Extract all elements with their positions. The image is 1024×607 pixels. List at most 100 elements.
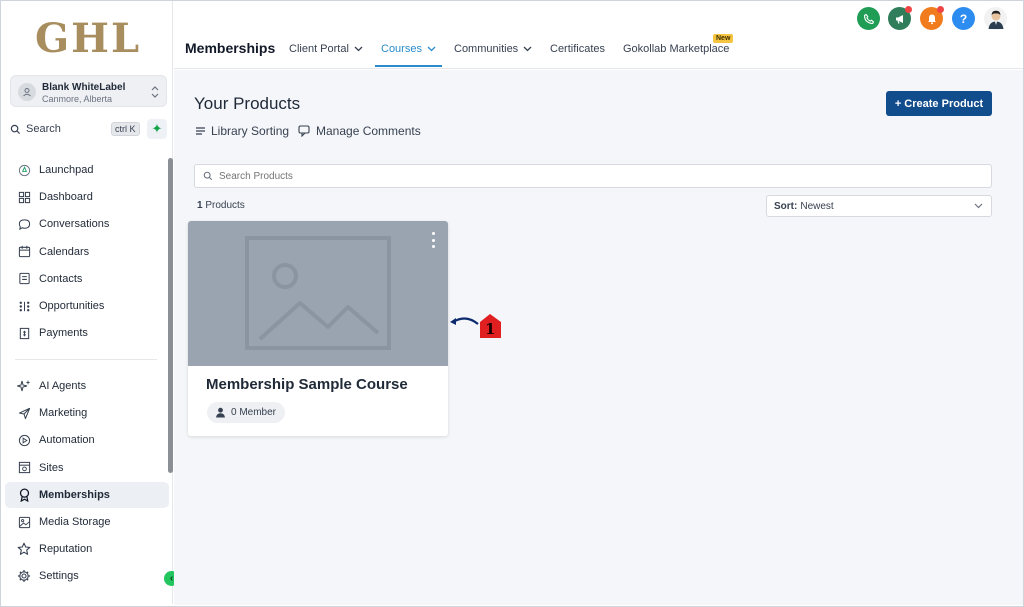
help-icon: ? [959, 11, 968, 26]
sidebar-item-dashboard[interactable]: Dashboard [5, 184, 169, 210]
sidebar-item-label: AI Agents [39, 380, 87, 392]
sidebar-item-label: Contacts [39, 272, 83, 285]
notification-dot [905, 6, 912, 13]
active-tab-indicator [375, 65, 442, 67]
product-count: 1 Products [197, 200, 245, 211]
sidebar-item-contacts[interactable]: Contacts [5, 266, 169, 292]
create-product-button[interactable]: + Create Product [886, 91, 992, 116]
sidebar-item-label: Launchpad [39, 164, 94, 176]
chevron-updown-icon [151, 86, 159, 98]
tab-certificates[interactable]: Certificates [550, 43, 605, 55]
sidebar-item-label: Dashboard [39, 191, 93, 204]
sidebar-item-launchpad[interactable]: Launchpad [5, 157, 169, 183]
notification-dot [937, 6, 944, 13]
sidebar-scrollbar[interactable] [168, 158, 173, 473]
brand-logo[interactable]: GHL [35, 15, 141, 62]
tab-communities[interactable]: Communities [454, 43, 532, 55]
sidebar-item-media-storage[interactable]: Media Storage [5, 509, 169, 535]
main-content: Your Products Library Sorting Manage Com… [174, 70, 1023, 605]
sidebar-item-payments[interactable]: Payments [5, 320, 169, 346]
account-avatar-icon [18, 83, 36, 101]
gear-icon [17, 569, 31, 583]
sidebar-item-calendars[interactable]: Calendars [5, 239, 169, 265]
user-icon [216, 407, 225, 418]
list-icon [196, 127, 205, 135]
product-search-input[interactable] [219, 170, 919, 182]
award-icon [17, 488, 31, 502]
product-count-label: Products [205, 200, 245, 211]
sidebar-item-label: Automation [39, 434, 95, 447]
send-icon [17, 406, 31, 420]
tab-label: Communities [454, 43, 519, 55]
card-menu-icon[interactable] [429, 232, 437, 248]
sidebar-item-sites[interactable]: Sites [5, 455, 169, 481]
manage-comments-label: Manage Comments [316, 124, 421, 138]
megaphone-icon [895, 14, 903, 24]
sidebar-item-memberships[interactable]: Memberships [5, 481, 169, 508]
chat-icon [17, 217, 31, 231]
member-count: 0 Member [231, 407, 277, 418]
phone-button[interactable] [857, 7, 880, 30]
help-button[interactable]: ? [952, 7, 975, 30]
rocket-icon [17, 163, 31, 177]
search-shortcut: ctrl K [111, 122, 140, 136]
sidebar-item-label: Conversations [39, 218, 110, 231]
calendar-icon [17, 245, 31, 259]
sidebar-item-automation[interactable]: Automation [5, 427, 169, 453]
sort-label: Sort: [774, 200, 798, 212]
sidebar-item-label: Marketing [39, 407, 88, 420]
chevron-down-icon [354, 46, 363, 52]
library-sorting-link[interactable]: Library Sorting [195, 124, 289, 138]
sidebar-item-label: Calendars [39, 245, 90, 258]
sidebar: GHL Blank WhiteLabel Canmore, Alberta Se… [1, 1, 173, 604]
phone-icon [863, 13, 874, 24]
sidebar-item-settings[interactable]: Settings [5, 563, 169, 589]
library-sorting-label: Library Sorting [211, 124, 290, 138]
tab-gokollab-marketplace[interactable]: Gokollab Marketplace [623, 43, 729, 55]
sidebar-item-reputation[interactable]: Reputation [5, 536, 169, 562]
course-title[interactable]: Membership Sample Course [206, 376, 408, 393]
search-icon [10, 124, 21, 134]
bell-icon [927, 14, 936, 24]
sort-dropdown[interactable]: Sort: Newest [766, 195, 992, 217]
top-navigation: Memberships Client Portal Courses Commun… [174, 1, 1023, 69]
sparkle-icon [17, 379, 31, 393]
product-search-field[interactable] [194, 164, 992, 188]
new-badge: New [713, 34, 734, 43]
sidebar-search[interactable]: Search ctrl K [10, 118, 142, 140]
announcements-button[interactable] [888, 6, 912, 30]
sidebar-item-label: Settings [39, 570, 79, 583]
opportunities-icon [17, 299, 31, 313]
tab-client-portal[interactable]: Client Portal [289, 43, 363, 55]
sidebar-item-label: Media Storage [39, 516, 111, 528]
product-card[interactable]: Membership Sample Course 0 Member [188, 221, 448, 436]
sidebar-item-opportunities[interactable]: Opportunities [5, 293, 169, 319]
automation-icon [17, 433, 31, 447]
contacts-icon [17, 272, 31, 286]
user-avatar[interactable] [984, 7, 1007, 30]
manage-comments-link[interactable]: Manage Comments [298, 124, 421, 138]
tab-label: Gokollab Marketplace [623, 43, 730, 55]
sidebar-item-marketing[interactable]: Marketing [5, 400, 169, 426]
chevron-down-icon [974, 203, 983, 209]
tab-label: Courses [381, 43, 422, 55]
account-name: Blank WhiteLabel [42, 82, 126, 93]
section-heading: Your Products [194, 94, 301, 113]
account-switcher[interactable]: Blank WhiteLabel Canmore, Alberta [10, 75, 167, 107]
sidebar-item-label: Reputation [39, 543, 93, 556]
account-location: Canmore, Alberta [42, 94, 113, 104]
sidebar-item-label: Opportunities [39, 300, 105, 312]
dashboard-icon [17, 190, 31, 204]
sidebar-item-ai-agents[interactable]: AI Agents [5, 373, 169, 399]
quick-action-sparkle-button[interactable]: ✦ [147, 119, 167, 139]
tab-label: Certificates [550, 43, 606, 55]
sidebar-item-label: Payments [39, 327, 88, 340]
notifications-button[interactable] [920, 6, 944, 30]
product-thumbnail[interactable] [188, 221, 448, 366]
tutorial-annotation: 1 [448, 312, 508, 340]
tab-courses[interactable]: Courses [381, 43, 436, 55]
comment-icon [298, 125, 310, 137]
sidebar-item-label: Memberships [39, 488, 110, 501]
sidebar-item-conversations[interactable]: Conversations [5, 211, 169, 237]
tab-label: Client Portal [289, 43, 349, 55]
